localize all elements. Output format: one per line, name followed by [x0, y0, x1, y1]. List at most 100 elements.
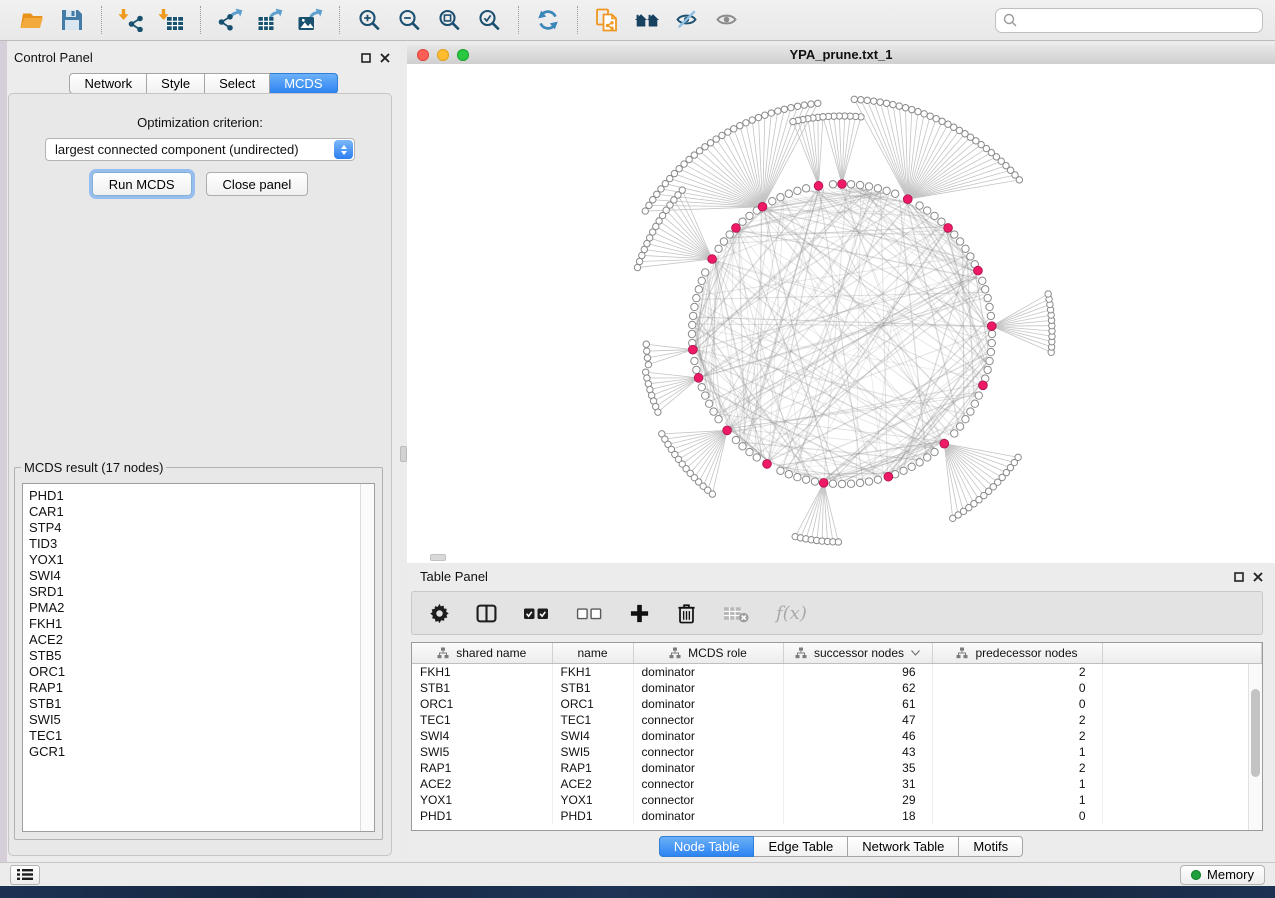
export-table-icon[interactable] — [256, 7, 284, 33]
tab-edge-table[interactable]: Edge Table — [754, 836, 848, 857]
save-icon[interactable] — [58, 7, 86, 33]
cell-name: SWI5 — [552, 744, 633, 760]
mcds-result-item[interactable]: FKH1 — [29, 616, 374, 632]
import-table-icon[interactable] — [157, 7, 185, 33]
close-panel-icon[interactable] — [380, 53, 390, 63]
gear-icon[interactable] — [428, 602, 451, 625]
cell-name: YOX1 — [552, 792, 633, 808]
mcds-result-item[interactable]: TEC1 — [29, 728, 374, 744]
close-table-panel-icon[interactable] — [1253, 572, 1263, 582]
close-panel-button[interactable]: Close panel — [206, 172, 309, 196]
tab-network[interactable]: Network — [69, 73, 147, 94]
network-canvas[interactable] — [407, 64, 1275, 563]
table-row[interactable]: STB1STB1dominator620 — [412, 680, 1262, 696]
delete-table-icon[interactable] — [722, 602, 751, 625]
vertical-splitter[interactable] — [400, 41, 407, 862]
zoom-in-icon[interactable] — [355, 7, 383, 33]
window-maximize-icon[interactable] — [457, 49, 469, 61]
tab-style[interactable]: Style — [147, 73, 205, 94]
open-folder-icon[interactable] — [18, 7, 46, 33]
search-input[interactable] — [1022, 12, 1255, 29]
split-columns-icon[interactable] — [475, 602, 498, 625]
column-header-shared-name[interactable]: shared name — [412, 643, 552, 664]
cell-name: RAP1 — [552, 760, 633, 776]
deselect-all-checkboxes-icon[interactable] — [575, 602, 604, 625]
splitter-grip[interactable] — [400, 446, 407, 462]
horizontal-splitter-grip[interactable] — [430, 554, 446, 561]
column-header-predecessor-nodes[interactable]: predecessor nodes — [932, 643, 1102, 664]
run-mcds-button[interactable]: Run MCDS — [92, 172, 192, 196]
mcds-result-item[interactable]: PMA2 — [29, 600, 374, 616]
column-header-successor-nodes[interactable]: successor nodes — [783, 643, 932, 664]
mcds-result-item[interactable]: STB1 — [29, 696, 374, 712]
show-all-icon[interactable] — [713, 7, 741, 33]
cell-name: FKH1 — [552, 664, 633, 681]
cell-mcds_role: dominator — [633, 680, 783, 696]
table-row[interactable]: FKH1FKH1dominator962 — [412, 664, 1262, 681]
table-row[interactable]: RAP1RAP1dominator352 — [412, 760, 1262, 776]
task-history-icon[interactable] — [10, 865, 40, 885]
table-row[interactable]: TEC1TEC1connector472 — [412, 712, 1262, 728]
table-row[interactable]: YOX1YOX1connector291 — [412, 792, 1262, 808]
mcds-result-item[interactable]: SWI4 — [29, 568, 374, 584]
table-scrollbar[interactable] — [1248, 664, 1262, 830]
mcds-result-item[interactable]: ACE2 — [29, 632, 374, 648]
float-panel-icon[interactable] — [361, 53, 371, 63]
select-all-checkboxes-icon[interactable] — [522, 602, 551, 625]
mcds-result-item[interactable]: CAR1 — [29, 504, 374, 520]
export-image-icon[interactable] — [296, 7, 324, 33]
mcds-result-item[interactable]: RAP1 — [29, 680, 374, 696]
export-network-icon[interactable] — [216, 7, 244, 33]
optimization-criterion-select[interactable]: largest connected component (undirected) — [45, 138, 355, 161]
column-header-mcds-role[interactable]: MCDS role — [633, 643, 783, 664]
hide-selected-icon[interactable] — [673, 7, 701, 33]
window-minimize-icon[interactable] — [437, 49, 449, 61]
network-view-titlebar[interactable]: YPA_prune.txt_1 — [407, 45, 1275, 65]
table-row[interactable]: ACE2ACE2connector311 — [412, 776, 1262, 792]
selected-criterion: largest connected component (undirected) — [46, 142, 334, 157]
tab-mcds[interactable]: MCDS — [270, 73, 337, 94]
memory-button[interactable]: Memory — [1180, 865, 1265, 885]
zoom-fit-icon[interactable] — [435, 7, 463, 33]
import-network-icon[interactable] — [117, 7, 145, 33]
cell-name: ORC1 — [552, 696, 633, 712]
tab-node-table[interactable]: Node Table — [659, 836, 755, 857]
table-scrollbar-thumb[interactable] — [1251, 689, 1260, 777]
mcds-result-item[interactable]: YOX1 — [29, 552, 374, 568]
mcds-result-item[interactable]: TID3 — [29, 536, 374, 552]
add-column-icon[interactable] — [628, 602, 651, 625]
mcds-result-list[interactable]: PHD1CAR1STP4TID3YOX1SWI4SRD1PMA2FKH1ACE2… — [22, 483, 375, 832]
column-header-name[interactable]: name — [552, 643, 633, 664]
zoom-out-icon[interactable] — [395, 7, 423, 33]
mcds-result-item[interactable]: SRD1 — [29, 584, 374, 600]
node-table-body: FKH1FKH1dominator962STB1STB1dominator620… — [412, 664, 1262, 825]
mcds-result-item[interactable]: STP4 — [29, 520, 374, 536]
function-builder-icon[interactable]: f(x) — [775, 602, 808, 625]
mcds-result-item[interactable]: SWI5 — [29, 712, 374, 728]
mcds-result-item[interactable]: ORC1 — [29, 664, 374, 680]
network-home-icon[interactable] — [633, 7, 661, 33]
dropdown-stepper-icon — [334, 140, 353, 159]
tab-network-table[interactable]: Network Table — [848, 836, 959, 857]
zoom-selected-icon[interactable] — [475, 7, 503, 33]
mcds-result-item[interactable]: STB5 — [29, 648, 374, 664]
float-table-panel-icon[interactable] — [1234, 572, 1244, 582]
window-close-icon[interactable] — [417, 49, 429, 61]
list-scroll-gutter[interactable] — [360, 484, 374, 831]
delete-column-icon[interactable] — [675, 602, 698, 625]
search-field[interactable] — [995, 8, 1263, 33]
table-row[interactable]: SWI5SWI5connector431 — [412, 744, 1262, 760]
tab-select[interactable]: Select — [205, 73, 270, 94]
table-row[interactable]: SWI4SWI4dominator462 — [412, 728, 1262, 744]
cell-filler — [1102, 792, 1262, 808]
cell-mcds_role: connector — [633, 712, 783, 728]
refresh-view-icon[interactable] — [534, 7, 562, 33]
cell-mcds_role: dominator — [633, 760, 783, 776]
tab-motifs[interactable]: Motifs — [959, 836, 1023, 857]
mcds-result-item[interactable]: PHD1 — [29, 488, 374, 504]
table-row[interactable]: ORC1ORC1dominator610 — [412, 696, 1262, 712]
table-row[interactable]: PHD1PHD1dominator180 — [412, 808, 1262, 824]
new-network-from-selection-icon[interactable] — [593, 7, 621, 33]
memory-status-icon — [1191, 870, 1201, 880]
mcds-result-item[interactable]: GCR1 — [29, 744, 374, 760]
